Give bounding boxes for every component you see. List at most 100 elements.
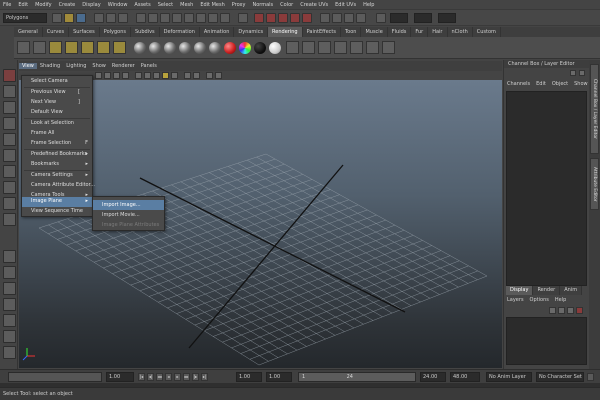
select-by-dynamic-icon[interactable] xyxy=(196,13,206,23)
resolution-gate-icon[interactable] xyxy=(206,72,213,79)
checker-texture-icon[interactable] xyxy=(286,41,299,54)
last-tool-icon[interactable] xyxy=(3,213,16,226)
ramp-texture-icon[interactable] xyxy=(239,42,251,54)
blinn-material-icon[interactable] xyxy=(134,42,146,54)
phonge-material-icon[interactable] xyxy=(179,42,191,54)
new-layer-selected-icon[interactable] xyxy=(576,307,583,314)
tab-painteffects[interactable]: PaintEffects xyxy=(303,27,341,37)
render-frame-icon[interactable] xyxy=(332,13,342,23)
channels-menu[interactable]: Channels xyxy=(504,79,533,89)
smooth-shade-icon[interactable] xyxy=(144,72,151,79)
scale-tool-icon[interactable] xyxy=(3,149,16,162)
menu-file[interactable]: File xyxy=(3,2,11,8)
panel-menu-view[interactable]: View xyxy=(19,63,37,69)
input-field-y[interactable] xyxy=(414,13,432,23)
tab-hair[interactable]: Hair xyxy=(428,27,448,37)
phong-material-icon[interactable] xyxy=(164,42,176,54)
tab-polygons[interactable]: Polygons xyxy=(100,27,131,37)
channel-box-toggle-icon[interactable] xyxy=(570,70,576,76)
view-menu-default-view[interactable]: Default View xyxy=(22,108,92,118)
layers-menu[interactable]: Layers xyxy=(504,296,527,305)
xray-icon[interactable] xyxy=(184,72,191,79)
menu-select[interactable]: Select xyxy=(158,2,173,8)
options-menu[interactable]: Options xyxy=(527,296,552,305)
tab-custom[interactable]: Custom xyxy=(473,27,501,37)
select-by-surface-icon[interactable] xyxy=(172,13,182,23)
go-to-start-icon[interactable]: |◂ xyxy=(138,373,145,381)
menu-set-dropdown[interactable]: Polygons xyxy=(3,13,47,23)
menu-create-uvs[interactable]: Create UVs xyxy=(300,2,328,8)
import-image-item[interactable]: Import Image... xyxy=(93,200,164,210)
anim-layer-dropdown[interactable]: No Anim Layer xyxy=(486,372,532,382)
select-by-curve-icon[interactable] xyxy=(160,13,170,23)
menu-edit-mesh[interactable]: Edit Mesh xyxy=(200,2,224,8)
current-time-field[interactable]: 1.00 xyxy=(106,372,134,382)
snap-to-curve-icon[interactable] xyxy=(266,13,276,23)
camera-attributes-icon[interactable] xyxy=(95,72,102,79)
character-set-dropdown[interactable]: No Character Set xyxy=(536,372,584,382)
new-layer-icon[interactable] xyxy=(567,307,574,314)
bookmark-icon[interactable] xyxy=(104,72,111,79)
select-object-icon[interactable] xyxy=(106,13,116,23)
render-globals-icon[interactable] xyxy=(382,41,395,54)
lasso-tool-icon[interactable] xyxy=(3,85,16,98)
view-menu-frame-all[interactable]: Frame All xyxy=(22,129,92,139)
view-menu-previous-view[interactable]: Previous View [ xyxy=(22,88,92,98)
render-current-icon[interactable] xyxy=(334,41,347,54)
move-tool-icon[interactable] xyxy=(3,117,16,130)
view-menu-look-at-selection[interactable]: Look at Selection xyxy=(22,119,92,129)
anisotropic-material-icon[interactable] xyxy=(194,42,206,54)
view-menu-image-plane[interactable]: Image Plane ▸ xyxy=(22,197,92,207)
menu-display[interactable]: Display xyxy=(82,2,100,8)
tab-general[interactable]: General xyxy=(14,27,43,37)
use-background-icon[interactable] xyxy=(269,42,281,54)
menu-modify[interactable]: Modify xyxy=(35,2,52,8)
hypershade-icon[interactable] xyxy=(318,41,331,54)
select-tool-icon[interactable] xyxy=(3,69,16,82)
four-view-layout-icon[interactable] xyxy=(3,266,16,279)
panel-menu-renderer[interactable]: Renderer xyxy=(109,63,138,69)
view-menu-bookmarks[interactable]: Bookmarks ▸ xyxy=(22,160,92,170)
import-movie-item[interactable]: Import Movie... xyxy=(93,210,164,220)
view-menu-camera-attribute-editor[interactable]: Camera Attribute Editor... xyxy=(22,181,95,191)
menu-mesh[interactable]: Mesh xyxy=(180,2,193,8)
tab-fluids[interactable]: Fluids xyxy=(388,27,412,37)
lambert-material-icon[interactable] xyxy=(149,42,161,54)
input-field-z[interactable] xyxy=(438,13,456,23)
use-all-lights-icon[interactable] xyxy=(162,72,169,79)
playback-start-field[interactable]: 1.00 xyxy=(266,372,292,382)
outliner-layout-icon[interactable] xyxy=(3,330,16,343)
camera-aim-icon[interactable] xyxy=(33,41,46,54)
view-menu-view-sequence-time[interactable]: View Sequence Time xyxy=(22,207,92,217)
graph-editor-layout-icon[interactable] xyxy=(3,346,16,359)
ipr-render-icon[interactable] xyxy=(344,13,354,23)
select-by-rendering-icon[interactable] xyxy=(208,13,218,23)
menu-help[interactable]: Help xyxy=(363,2,374,8)
spot-light-icon[interactable] xyxy=(97,41,110,54)
tab-muscle[interactable]: Muscle xyxy=(361,27,388,37)
new-scene-icon[interactable] xyxy=(52,13,62,23)
move-layer-down-icon[interactable] xyxy=(558,307,565,314)
shadows-icon[interactable] xyxy=(171,72,178,79)
menu-color[interactable]: Color xyxy=(280,2,293,8)
lock-selection-icon[interactable] xyxy=(238,13,248,23)
tab-surfaces[interactable]: Surfaces xyxy=(69,27,100,37)
tab-deformation[interactable]: Deformation xyxy=(160,27,200,37)
channel-box-area[interactable] xyxy=(506,91,587,286)
menu-edit-uvs[interactable]: Edit UVs xyxy=(335,2,356,8)
textured-icon[interactable] xyxy=(153,72,160,79)
ramp-shader-icon[interactable] xyxy=(224,42,236,54)
select-by-handle-icon[interactable] xyxy=(136,13,146,23)
step-forward-frame-icon[interactable]: ▸▸ xyxy=(183,373,190,381)
tab-subdivs[interactable]: Subdivs xyxy=(131,27,160,37)
layer-list[interactable] xyxy=(506,317,587,365)
image-plane-icon[interactable] xyxy=(113,72,120,79)
open-scene-icon[interactable] xyxy=(64,13,74,23)
range-slider[interactable]: 1 24 xyxy=(298,372,416,382)
tab-ncloth[interactable]: nCloth xyxy=(448,27,473,37)
move-layer-up-icon[interactable] xyxy=(549,307,556,314)
show-manipulator-icon[interactable] xyxy=(3,197,16,210)
snap-to-plane-icon[interactable] xyxy=(290,13,300,23)
isolate-select-icon[interactable] xyxy=(193,72,200,79)
menu-window[interactable]: Window xyxy=(108,2,128,8)
